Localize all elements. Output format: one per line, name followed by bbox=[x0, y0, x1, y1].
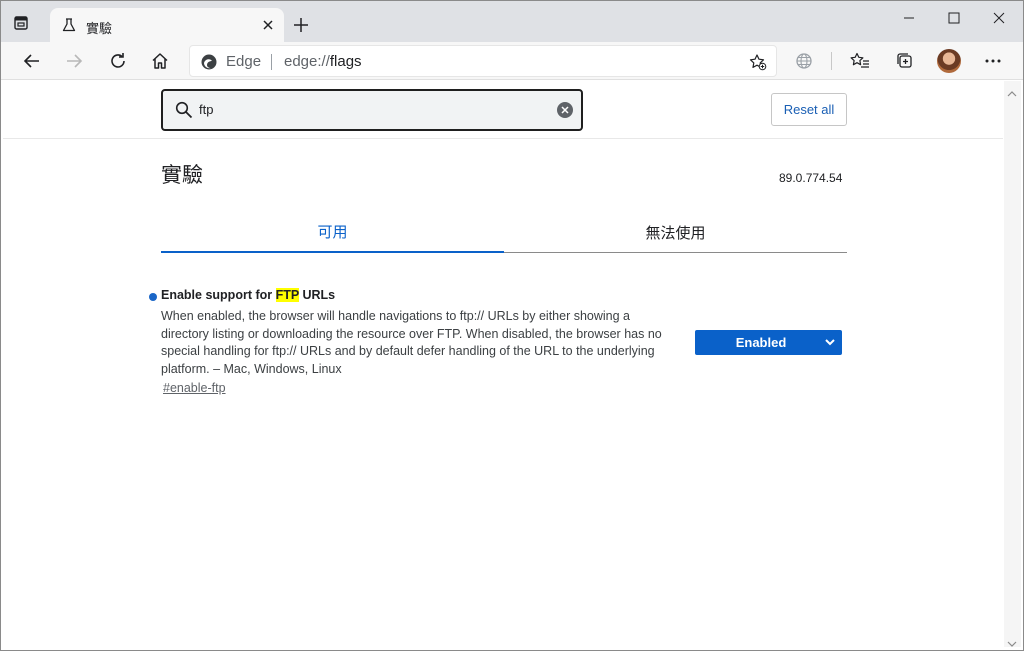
tab-available[interactable]: 可用 bbox=[161, 211, 504, 253]
address-url-path: flags bbox=[329, 53, 362, 70]
forward-arrow-icon[interactable] bbox=[63, 50, 85, 72]
beaker-icon bbox=[61, 17, 77, 33]
search-highlight: FTP bbox=[275, 288, 299, 302]
tab-unavailable[interactable]: 無法使用 bbox=[504, 211, 847, 253]
search-input[interactable]: ftp bbox=[161, 89, 583, 131]
browser-window: 實驗 Edge edge://flags ftp Reset all 實驗 89… bbox=[0, 0, 1024, 651]
flags-page: ftp Reset all 實驗 89.0.774.54 可用 無法使用 Ena… bbox=[3, 81, 1003, 647]
clear-search-icon[interactable] bbox=[557, 102, 573, 118]
back-arrow-icon[interactable] bbox=[21, 50, 43, 72]
address-bar[interactable]: Edge edge://flags bbox=[189, 45, 777, 77]
tab-flags[interactable]: 實驗 bbox=[50, 8, 284, 42]
version-label: 89.0.774.54 bbox=[779, 171, 843, 185]
address-url-prefix: edge:// bbox=[284, 53, 330, 70]
close-window-icon[interactable] bbox=[984, 7, 1014, 29]
chevron-down-icon bbox=[824, 336, 836, 348]
toolbar: Edge edge://flags bbox=[1, 42, 1023, 80]
tab-title: 實驗 bbox=[86, 21, 113, 36]
flags-search-header: ftp Reset all bbox=[3, 81, 1003, 139]
search-value: ftp bbox=[199, 102, 214, 117]
flags-tabs: 可用 無法使用 bbox=[161, 211, 847, 253]
favorites-icon[interactable] bbox=[849, 50, 871, 72]
minimize-icon[interactable] bbox=[894, 7, 924, 29]
experiment-title: Enable support for FTP URLs bbox=[161, 288, 335, 302]
modified-indicator bbox=[149, 293, 157, 301]
experiment-state-value: Enabled bbox=[735, 335, 787, 350]
reset-all-button[interactable]: Reset all bbox=[771, 93, 847, 126]
tab-strip: 實驗 bbox=[1, 1, 1023, 42]
address-url: edge://flags bbox=[284, 53, 362, 70]
search-icon bbox=[175, 101, 193, 119]
experiment-state-select[interactable]: Enabled bbox=[695, 330, 842, 355]
maximize-icon[interactable] bbox=[939, 7, 969, 29]
experiment-description: When enabled, the browser will handle na… bbox=[161, 309, 662, 377]
scroll-down-icon[interactable] bbox=[1007, 635, 1017, 647]
experiment-link[interactable]: #enable-ftp bbox=[163, 381, 226, 395]
collections-icon[interactable] bbox=[893, 50, 915, 72]
scroll-up-icon[interactable] bbox=[1007, 85, 1017, 97]
globe-icon[interactable] bbox=[793, 50, 815, 72]
close-tab-icon[interactable] bbox=[260, 17, 276, 33]
tab-actions-icon[interactable] bbox=[11, 13, 31, 33]
experiment-title-prefix: Enable support for bbox=[161, 288, 276, 302]
experiment-title-suffix: URLs bbox=[298, 288, 336, 302]
page-title: 實驗 bbox=[161, 164, 203, 187]
address-brand: Edge bbox=[226, 53, 262, 70]
address-separator bbox=[271, 54, 272, 70]
new-tab-icon[interactable] bbox=[291, 15, 311, 35]
refresh-icon[interactable] bbox=[107, 50, 129, 72]
profile-avatar[interactable] bbox=[937, 49, 961, 73]
edge-logo-icon bbox=[200, 53, 218, 71]
toolbar-divider bbox=[831, 52, 832, 70]
vertical-scrollbar[interactable] bbox=[1004, 81, 1021, 647]
more-icon[interactable] bbox=[982, 50, 1004, 72]
home-icon[interactable] bbox=[149, 50, 171, 72]
add-favorite-icon[interactable] bbox=[748, 52, 768, 72]
